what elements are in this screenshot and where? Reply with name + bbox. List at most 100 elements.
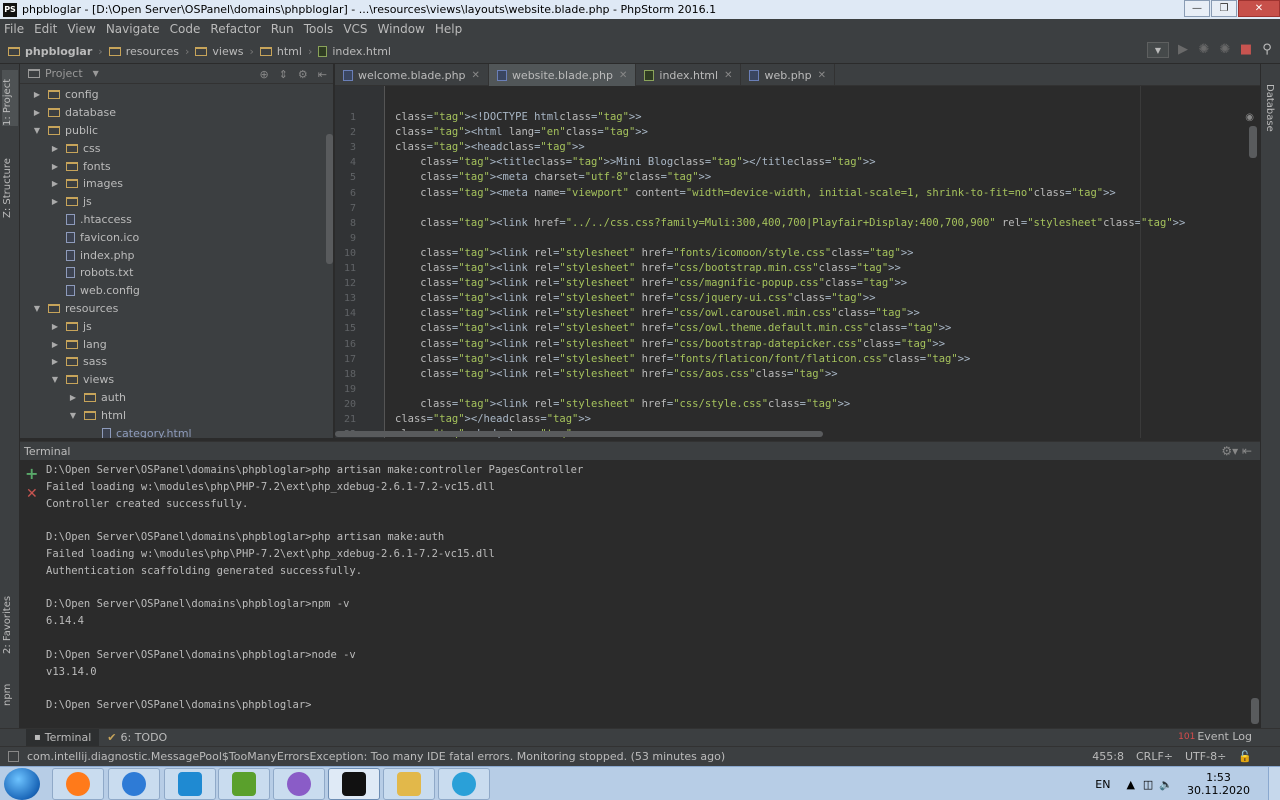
chevron-right-icon[interactable]: ▶	[50, 340, 60, 349]
menu-help[interactable]: Help	[435, 22, 462, 36]
tree-item[interactable]: ▶ auth	[20, 389, 333, 407]
menu-file[interactable]: File	[4, 22, 24, 36]
tool-tab-project[interactable]: 1: Project	[2, 70, 18, 126]
taskbar-app-button[interactable]	[438, 768, 490, 800]
chevron-right-icon[interactable]: ▶	[32, 90, 42, 99]
menu-window[interactable]: Window	[378, 22, 425, 36]
tree-item[interactable]: ▶ fonts	[20, 157, 333, 175]
volume-icon[interactable]: 🔈	[1159, 778, 1173, 791]
run-icon[interactable]: ▶	[1176, 43, 1190, 57]
collapse-all-icon[interactable]: ⇕	[279, 68, 288, 81]
chevron-down-icon[interactable]: ▼	[68, 411, 78, 420]
tray-expand-icon[interactable]: ▲	[1126, 778, 1134, 791]
menu-run[interactable]: Run	[271, 22, 294, 36]
tree-item[interactable]: category.html	[20, 424, 333, 438]
chevron-right-icon[interactable]: ▶	[50, 197, 60, 206]
chevron-down-icon[interactable]: ▼	[32, 126, 42, 135]
tool-tab-todo[interactable]: ✔ 6: TODO	[99, 729, 175, 746]
tool-tab-terminal[interactable]: ▪ Terminal	[26, 729, 100, 746]
tree-item[interactable]: ▼ views	[20, 371, 333, 389]
tool-tab-favorites[interactable]: 2: Favorites	[2, 594, 18, 654]
taskbar-app-button[interactable]	[383, 768, 435, 800]
project-scrollbar[interactable]	[326, 134, 333, 264]
tree-item[interactable]: index.php	[20, 246, 333, 264]
status-message[interactable]: com.intellij.diagnostic.MessagePool$TooM…	[27, 750, 725, 763]
tab-index-html[interactable]: index.html ✕	[636, 64, 742, 86]
chevron-right-icon[interactable]: ▶	[68, 393, 78, 402]
chevron-right-icon[interactable]: ▶	[50, 179, 60, 188]
code-editor[interactable]: 12345678910111213141516171819202122 clas…	[335, 86, 1260, 438]
tree-item[interactable]: ▶ sass	[20, 353, 333, 371]
tree-item[interactable]: favicon.ico	[20, 228, 333, 246]
tool-tab-structure[interactable]: Z: Structure	[2, 148, 18, 218]
tree-item[interactable]: ▼ public	[20, 122, 333, 140]
eye-icon[interactable]: ◉	[1245, 112, 1254, 123]
tree-item[interactable]: web.config	[20, 282, 333, 300]
tree-item[interactable]: ▶ lang	[20, 335, 333, 353]
menu-view[interactable]: View	[67, 22, 95, 36]
close-session-icon[interactable]: ✕	[26, 486, 38, 502]
close-icon[interactable]: ✕	[818, 70, 826, 81]
settings-gear-icon[interactable]: ⚙	[298, 68, 308, 81]
network-icon[interactable]: ◫	[1143, 778, 1153, 791]
tree-item[interactable]: ▶ js	[20, 193, 333, 211]
tree-item[interactable]: ▶ images	[20, 175, 333, 193]
menu-tools[interactable]: Tools	[304, 22, 334, 36]
tree-item[interactable]: ▶ css	[20, 139, 333, 157]
menu-code[interactable]: Code	[170, 22, 201, 36]
language-indicator[interactable]: EN	[1095, 778, 1110, 791]
lock-icon[interactable]: 🔓	[1238, 750, 1252, 763]
event-log-button[interactable]: 101 Event Log	[1178, 730, 1252, 743]
tree-item[interactable]: ▶ js	[20, 317, 333, 335]
terminal-output[interactable]: D:\Open Server\OSPanel\domains\phpblogla…	[42, 460, 1260, 728]
tab-welcome-blade[interactable]: welcome.blade.php ✕	[335, 64, 489, 86]
breadcrumb-html[interactable]: html ›	[259, 45, 312, 58]
chevron-right-icon[interactable]: ▶	[50, 357, 60, 366]
tool-tab-database[interactable]: Database	[1264, 84, 1275, 132]
chevron-right-icon[interactable]: ▶	[32, 108, 42, 117]
caret-position[interactable]: 455:8	[1092, 750, 1124, 763]
close-icon[interactable]: ✕	[619, 70, 627, 81]
project-view-selector[interactable]: Project	[45, 67, 83, 80]
close-button[interactable]: ✕	[1238, 0, 1280, 17]
search-everywhere-icon[interactable]: ⚲	[1260, 43, 1274, 57]
editor-scrollbar[interactable]	[1249, 126, 1257, 158]
stop-icon[interactable]: ■	[1239, 43, 1253, 57]
tree-item[interactable]: robots.txt	[20, 264, 333, 282]
clock[interactable]: 1:53 30.11.2020	[1187, 771, 1250, 797]
taskbar-app-button[interactable]	[108, 768, 160, 800]
show-desktop-button[interactable]	[1268, 767, 1280, 800]
menu-edit[interactable]: Edit	[34, 22, 57, 36]
hide-panel-icon[interactable]: ⇤	[318, 68, 327, 81]
tool-tab-npm[interactable]: npm	[2, 680, 18, 706]
terminal-scrollbar[interactable]	[1251, 698, 1259, 724]
file-encoding[interactable]: UTF-8÷	[1185, 750, 1226, 763]
close-icon[interactable]: ✕	[472, 70, 480, 81]
settings-gear-icon[interactable]: ⚙▾ ⇤	[1221, 444, 1252, 458]
menu-navigate[interactable]: Navigate	[106, 22, 160, 36]
code-area[interactable]: class="tag"><!DOCTYPE htmlclass="tag">> c…	[395, 86, 1185, 438]
taskbar-app-button[interactable]	[164, 768, 216, 800]
tree-item[interactable]: .htaccess	[20, 211, 333, 229]
breadcrumb-file[interactable]: index.html	[318, 45, 391, 58]
chevron-down-icon[interactable]: ▼	[50, 375, 60, 384]
tree-item[interactable]: ▶ database	[20, 104, 333, 122]
taskbar-app-button[interactable]	[218, 768, 270, 800]
chevron-right-icon[interactable]: ▶	[50, 144, 60, 153]
run-config-dropdown[interactable]: ▼	[1147, 42, 1169, 58]
taskbar-app-button[interactable]	[52, 768, 104, 800]
tree-item[interactable]: ▼ resources	[20, 300, 333, 318]
restore-button[interactable]: ❐	[1211, 0, 1237, 17]
breadcrumb-views[interactable]: views ›	[195, 45, 254, 58]
taskbar-app-button[interactable]	[273, 768, 325, 800]
menu-refactor[interactable]: Refactor	[210, 22, 260, 36]
tab-web-php[interactable]: web.php ✕	[741, 64, 836, 86]
chevron-right-icon[interactable]: ▶	[50, 162, 60, 171]
taskbar-app-button[interactable]	[328, 768, 380, 800]
debug-icon[interactable]: ✺	[1197, 43, 1211, 57]
new-session-icon[interactable]: +	[25, 464, 38, 483]
editor-horizontal-scrollbar[interactable]	[335, 431, 823, 437]
start-button[interactable]	[4, 768, 40, 800]
close-icon[interactable]: ✕	[724, 70, 732, 81]
breadcrumb-resources[interactable]: resources ›	[108, 45, 189, 58]
